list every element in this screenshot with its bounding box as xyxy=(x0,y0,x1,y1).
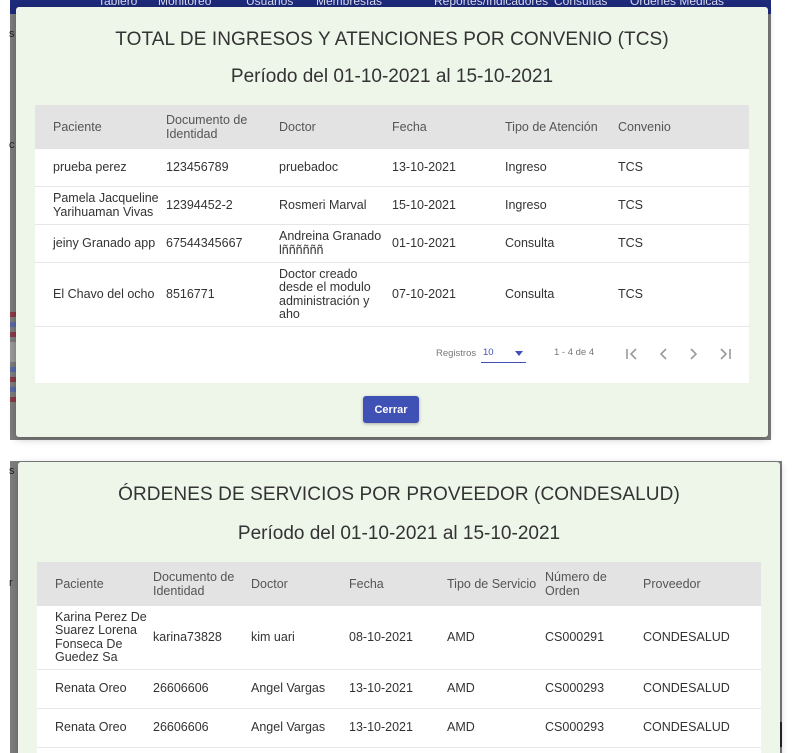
column-header-convenio[interactable]: Convenio xyxy=(618,105,718,149)
page-size-label: Registros xyxy=(436,348,477,359)
cell-fecha: 13-10-2021 xyxy=(349,720,413,735)
column-header-documento[interactable]: Documento de Identidad xyxy=(153,562,245,606)
cell-fecha: 08-10-2021 xyxy=(349,629,413,644)
column-header-fecha[interactable]: Fecha xyxy=(392,105,492,149)
page-size-value: 10 xyxy=(483,347,494,358)
screen: Tablero Monitoreo Usuarios Membresías Re… xyxy=(0,0,792,753)
table-row: Renata Oreo 26606606 Angel Vargas 13-10-… xyxy=(37,670,761,709)
table-header: Paciente Documento de Identidad Doctor F… xyxy=(35,105,749,149)
cell-fecha: 13-10-2021 xyxy=(392,159,456,174)
cell-paciente: prueba perez xyxy=(53,159,127,174)
page-range-label: 1 - 4 de 4 xyxy=(554,347,595,358)
cell-tipo: Consulta xyxy=(505,235,555,250)
cell-doctor: pruebadoc xyxy=(279,159,339,174)
column-header-tipo-atencion[interactable]: Tipo de Atención xyxy=(505,105,610,149)
cell-fecha: 13-10-2021 xyxy=(349,681,413,696)
proveedor-table: Paciente Documento de Identidad Doctor F… xyxy=(37,562,761,753)
cell-fecha: 01-10-2021 xyxy=(392,235,456,250)
cell-tipo: Consulta xyxy=(505,286,555,301)
cell-documento: 123456789 xyxy=(166,159,229,174)
cell-paciente: jeiny Granado app xyxy=(53,235,156,250)
cell-doctor: Doctor creado desde el modulo administra… xyxy=(279,266,371,321)
dialog-period: Período del 01-10-2021 al 15-10-2021 xyxy=(230,66,554,87)
column-header-doctor[interactable]: Doctor xyxy=(251,562,343,606)
cell-tipo: AMD xyxy=(447,720,475,735)
cell-proveedor: CONDESALUD xyxy=(643,720,730,735)
cell-fecha: 07-10-2021 xyxy=(392,286,456,301)
cell-proveedor: CONDESALUD xyxy=(643,629,730,644)
cell-tipo: AMD xyxy=(447,629,475,644)
cell-fecha: 15-10-2021 xyxy=(392,197,456,212)
dialog-period: Período del 01-10-2021 al 15-10-2021 xyxy=(237,523,561,544)
cell-documento: 67544345667 xyxy=(166,235,243,250)
column-header-paciente[interactable]: Paciente xyxy=(55,562,147,606)
column-header-tipo-servicio[interactable]: Tipo de Servicio xyxy=(447,562,547,606)
cell-doctor: Andreina Granado lññññññ xyxy=(279,229,382,257)
cell-convenio: TCS xyxy=(618,159,643,174)
cell-doctor: kim uari xyxy=(251,629,295,644)
background-letter: s xyxy=(9,465,15,477)
background-letter: r xyxy=(9,577,13,589)
table-row: jeiny Granado app 67544345667 Andreina G… xyxy=(35,225,749,263)
convenio-report-dialog: TOTAL DE INGRESOS Y ATENCIONES POR CONVE… xyxy=(16,7,768,437)
convenio-table: Paciente Documento de Identidad Doctor F… xyxy=(35,105,749,383)
column-header-numero-orden[interactable]: Número de Orden xyxy=(545,562,637,606)
cell-documento: karina73828 xyxy=(153,629,222,644)
dialog-title: TOTAL DE INGRESOS Y ATENCIONES POR CONVE… xyxy=(115,29,669,50)
previous-page-icon[interactable] xyxy=(655,346,671,362)
first-page-icon[interactable] xyxy=(624,346,640,362)
table-paginator: Registros 10 1 - 4 de 4 xyxy=(35,327,749,383)
scrollbar-edge xyxy=(780,722,782,747)
cell-doctor: Angel Vargas xyxy=(251,681,326,696)
cell-numero-orden: CS000291 xyxy=(545,629,605,644)
cell-convenio: TCS xyxy=(618,235,643,250)
cell-documento: 12394452-2 xyxy=(166,197,233,212)
cell-proveedor: CONDESALUD xyxy=(643,681,730,696)
dialog-title: ÓRDENES DE SERVICIOS POR PROVEEDOR (COND… xyxy=(118,484,680,505)
proveedor-report-dialog: ÓRDENES DE SERVICIOS POR PROVEEDOR (COND… xyxy=(18,462,780,753)
cell-paciente: Pamela Jacqueline Yarihuaman Vivas xyxy=(53,191,159,219)
table-row: Pamela Jacqueline Yarihuaman Vivas 12394… xyxy=(35,187,749,225)
cell-tipo: AMD xyxy=(447,681,475,696)
background-letter: s xyxy=(9,28,15,40)
cell-numero-orden: CS000293 xyxy=(545,720,605,735)
cell-paciente: Renata Oreo xyxy=(55,720,127,735)
cell-numero-orden: CS000293 xyxy=(545,681,605,696)
cell-paciente: El Chavo del ocho xyxy=(53,286,155,301)
cell-doctor: Angel Vargas xyxy=(251,720,326,735)
next-page-icon[interactable] xyxy=(686,346,702,362)
table-row: Karina Perez De Suarez Lorena Fonseca De… xyxy=(37,606,761,670)
cell-documento: 8516771 xyxy=(166,286,215,301)
chevron-down-icon xyxy=(515,351,523,356)
column-header-fecha[interactable]: Fecha xyxy=(349,562,441,606)
cell-documento: 26606606 xyxy=(153,681,209,696)
close-button[interactable]: Cerrar xyxy=(363,396,419,423)
cell-tipo: Ingreso xyxy=(505,159,547,174)
column-header-proveedor[interactable]: Proveedor xyxy=(643,562,743,606)
cell-convenio: TCS xyxy=(618,286,643,301)
column-header-doctor[interactable]: Doctor xyxy=(279,105,379,149)
cell-paciente: Renata Oreo xyxy=(55,681,127,696)
column-header-documento[interactable]: Documento de Identidad xyxy=(166,105,266,149)
last-page-icon[interactable] xyxy=(717,346,733,362)
background-letter: c xyxy=(9,139,15,151)
cell-doctor: Rosmeri Marval xyxy=(279,197,367,212)
table-row: Renata Oreo 26606606 Angel Vargas 13-10-… xyxy=(37,709,761,748)
cell-documento: 26606606 xyxy=(153,720,209,735)
cell-paciente: Karina Perez De Suarez Lorena Fonseca De… xyxy=(55,609,147,664)
column-header-paciente[interactable]: Paciente xyxy=(53,105,158,149)
cell-tipo: Ingreso xyxy=(505,197,547,212)
table-row: El Chavo del ocho 8516771 Doctor creado … xyxy=(35,263,749,327)
cell-convenio: TCS xyxy=(618,197,643,212)
table-header: Paciente Documento de Identidad Doctor F… xyxy=(37,562,761,606)
page-size-select[interactable]: 10 xyxy=(481,343,526,363)
table-row: prueba perez 123456789 pruebadoc 13-10-2… xyxy=(35,149,749,187)
